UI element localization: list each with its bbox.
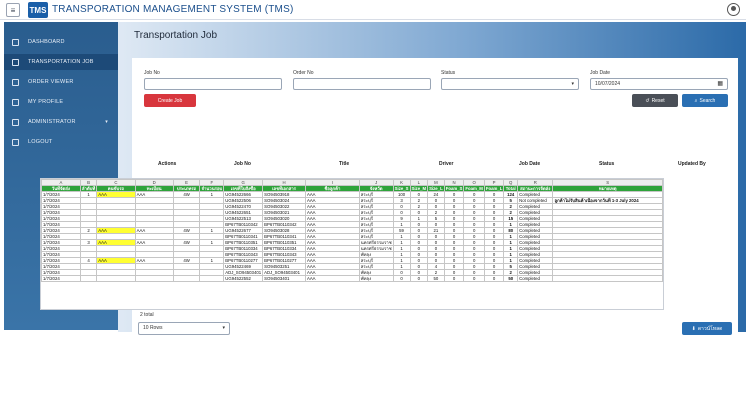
table-cell: BP67TB0110334 <box>223 245 264 252</box>
table-cell: ADJ_SO94503401 <box>262 269 306 276</box>
table-cell: SO94503401 <box>262 275 306 282</box>
status-label: Status <box>441 70 456 76</box>
table-cell: BP67TB0110342 <box>223 221 264 228</box>
app-logo: TMS <box>28 2 48 18</box>
col-header-job-no: Job No <box>234 161 251 167</box>
logout-icon <box>12 138 19 146</box>
user-icon <box>12 98 19 106</box>
col-header-title: Title <box>339 161 350 167</box>
table-cell: BP67TB0110343 <box>223 251 264 258</box>
spreadsheet-preview: A B C D E F G H I J K L M N O P Q R S วันที่จัดส่ง ลำดับที่ค… <box>40 178 664 310</box>
sheet-header-cell: สถานะการจัดส่ง <box>517 185 554 192</box>
page-title: Transportation Job <box>134 30 218 41</box>
order-no-label: Order No <box>293 70 314 76</box>
job-no-label: Job No <box>144 70 160 76</box>
col-header-status: Status <box>599 161 615 167</box>
sidebar-item-logout[interactable]: LOGOUT <box>4 134 118 150</box>
sheet-header-cell: จำนวนรอบ <box>199 185 225 192</box>
table-cell: พัทลุง <box>358 275 394 282</box>
sidebar-item-label: ADMINISTRATOR <box>28 119 76 125</box>
download-icon: ⬇ <box>691 325 696 332</box>
table-cell: นครศรีธรรมราช <box>358 239 394 246</box>
table-cell <box>79 275 98 282</box>
sidebar-item-label: TRANSPORTATION JOB <box>28 59 94 65</box>
sidebar-item-label: MY PROFILE <box>28 99 64 105</box>
tools-icon <box>12 118 19 126</box>
table-cell <box>134 275 174 282</box>
table-cell: นครศรีธรรมราช <box>358 245 394 252</box>
sidebar-item-order-viewer[interactable]: ORDER VIEWER <box>4 74 118 90</box>
table-cell <box>96 275 136 282</box>
sidebar-item-dashboard[interactable]: DASHBOARD <box>4 34 118 50</box>
sidebar-item-label: DASHBOARD <box>28 39 65 45</box>
table-cell <box>552 275 663 282</box>
create-job-button[interactable]: Create Job <box>144 94 196 107</box>
table-cell: 0 <box>463 275 485 282</box>
main-content: Transportation Job Job No Order No Statu… <box>40 22 746 346</box>
sheet-header-cell: Size_L <box>427 185 445 192</box>
sidebar-item-label: ORDER VIEWER <box>28 79 74 85</box>
table-cell <box>172 275 201 282</box>
top-bar: ≡ TMS TRANSPORATION MANAGEMENT SYSTEM (T… <box>0 0 746 20</box>
job-date-value: 10/07/2024 <box>595 81 621 87</box>
export-button[interactable]: ⬇ ดาวน์โหลด <box>682 322 732 335</box>
table-cell: 50 <box>427 275 445 282</box>
order-no-input[interactable] <box>293 78 431 90</box>
calendar-icon: ▦ <box>717 81 723 87</box>
sidebar-item-transportation-job[interactable]: TRANSPORTATION JOB <box>4 54 118 70</box>
job-date-label: Job Date <box>590 70 611 76</box>
col-header-job-date: Job Date <box>519 161 541 167</box>
sidebar-item-my-profile[interactable]: MY PROFILE <box>4 94 118 110</box>
sheet-header-cell: Size_M <box>409 185 429 192</box>
sheet-header-cell: ประเภทรถ <box>172 185 201 192</box>
job-card: Job No Order No Status ▾ Job Date 10/07/… <box>40 58 738 346</box>
chevron-down-icon: ▾ <box>222 325 225 331</box>
status-select[interactable]: ▾ <box>441 78 579 90</box>
list-icon <box>12 78 19 86</box>
sheet-header-cell: Size_S <box>392 185 411 192</box>
table-cell: BP67TB0110351 <box>223 239 264 246</box>
chevron-down-icon: ▾ <box>571 81 574 87</box>
app-title: TRANSPORATION MANAGEMENT SYSTEM (TMS) <box>52 4 294 15</box>
spreadsheet-table: A B C D E F G H I J K L M N O P Q R S วันที่จัดส่ง ลำดับที่ค… <box>41 179 663 282</box>
table-cell: 1/7/2024 <box>41 275 81 282</box>
truck-icon <box>12 58 19 66</box>
table-cell: ADJ_SO94503401 <box>223 269 264 276</box>
reset-icon: ↺ <box>645 97 650 104</box>
table-cell: Completed <box>517 275 554 282</box>
reset-button[interactable]: ↺ Reset <box>632 94 678 107</box>
chevron-down-icon: ▾ <box>105 119 108 125</box>
user-account-icon[interactable] <box>727 3 740 16</box>
sheet-header-cell: Foam_L <box>483 185 505 192</box>
table-row: 1/7/2024 UG94522552 SO94503401 AAA พัทลุง 0 0 5… <box>41 275 663 282</box>
dashboard-icon <box>12 38 19 46</box>
table-cell <box>199 275 225 282</box>
table-cell: UG94522552 <box>223 275 264 282</box>
table-cell: 0 <box>443 275 465 282</box>
col-header-updated-by: Updated By <box>678 161 706 167</box>
table-cell: 50 <box>503 275 519 282</box>
sidebar-item-administrator[interactable]: ADMINISTRATOR ▾ <box>4 114 118 130</box>
table-cell: BP67TB0110341 <box>223 233 264 240</box>
sheet-header-cell: Foam_S <box>443 185 465 192</box>
job-date-input[interactable]: 10/07/2024 ▦ <box>590 78 728 90</box>
table-cell: 0 <box>409 275 429 282</box>
table-cell: 0 <box>392 275 411 282</box>
total-count: 2 total <box>140 312 154 318</box>
sheet-header-cell: ลำดับที่ <box>79 185 98 192</box>
col-header-driver: Driver <box>439 161 454 167</box>
sheet-header-cell: Total <box>503 185 519 192</box>
hamburger-menu-icon[interactable]: ≡ <box>6 3 20 17</box>
job-no-input[interactable] <box>144 78 282 90</box>
table-cell: BP67TB0110277 <box>223 257 264 264</box>
col-header-actions: Actions <box>158 161 177 167</box>
search-button[interactable]: ⌕ Search <box>682 94 728 107</box>
sidebar-item-label: LOGOUT <box>28 139 53 145</box>
rows-per-page-select[interactable]: 10 Rows ▾ <box>138 322 230 335</box>
table-cell: AAA <box>304 275 360 282</box>
search-icon: ⌕ <box>694 97 698 104</box>
sheet-header-cell: Foam_M <box>463 185 485 192</box>
table-cell: 0 <box>483 275 505 282</box>
